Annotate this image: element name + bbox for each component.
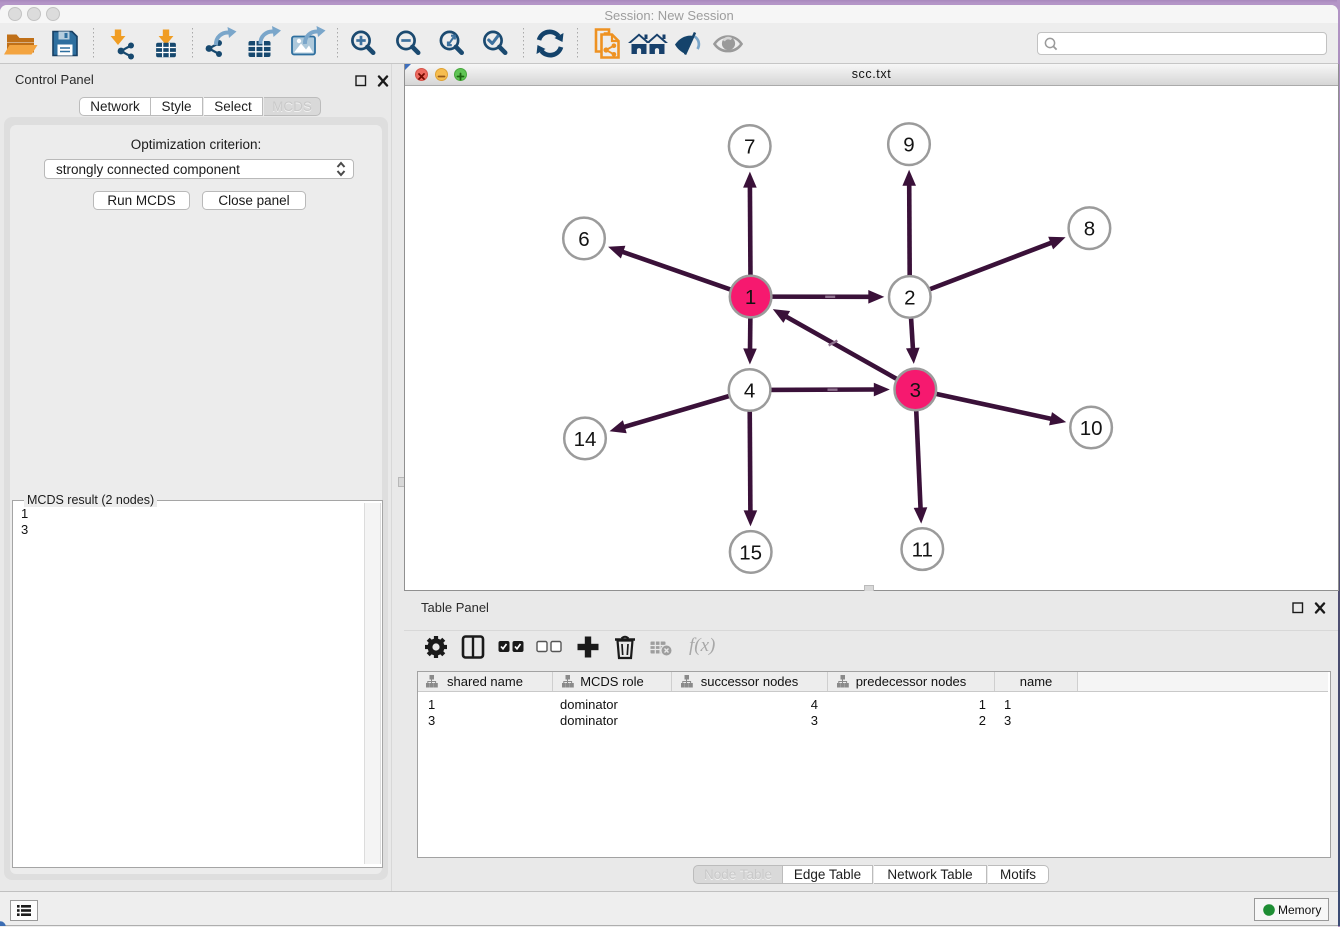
svg-text:2: 2 bbox=[904, 286, 915, 309]
svg-text:10: 10 bbox=[1080, 417, 1103, 440]
svg-text:14: 14 bbox=[574, 428, 597, 451]
svg-text:8: 8 bbox=[1084, 218, 1095, 241]
svg-text:11: 11 bbox=[912, 539, 933, 562]
svg-text:7: 7 bbox=[744, 136, 755, 159]
svg-text:3: 3 bbox=[910, 379, 921, 402]
svg-text:4: 4 bbox=[744, 379, 755, 402]
svg-text:15: 15 bbox=[739, 541, 762, 564]
svg-text:1: 1 bbox=[745, 286, 756, 309]
svg-text:6: 6 bbox=[578, 228, 589, 251]
svg-text:9: 9 bbox=[903, 134, 914, 157]
